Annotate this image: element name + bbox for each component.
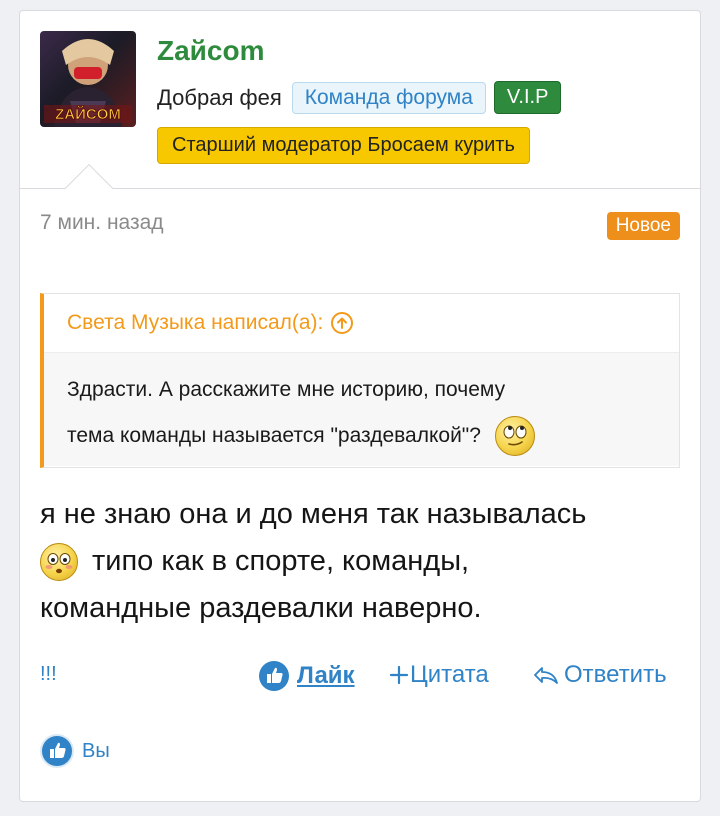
header-divider [20,188,700,189]
quote-text-line-2-wrap: тема команды называется "раздевалкой"? [67,413,655,459]
reply-arrow-icon [534,667,558,684]
thumbs-up-icon [40,734,74,768]
post-message: я не знаю она и до меня так называлась т… [40,491,680,632]
new-status-badge: Новое [606,212,680,240]
reply-label: Ответить [564,661,667,688]
moderator-badge: Старший модератор Бросаем курить [157,127,530,164]
message-line-1: я не знаю она и до меня так называлась [40,498,587,530]
author-username[interactable]: Zайcom [157,35,264,67]
quote-text-line-2: тема команды называется "раздевалкой"? [67,424,481,447]
avatar-image: ZАЙCOM [44,39,132,127]
message-line-2-text: типо как в спорте, команды, [92,545,470,577]
quote-button[interactable]: Цитата [388,661,489,689]
quote-label: Цитата [410,661,489,688]
rolling-eyes-smiley-icon [494,416,535,457]
message-line-2: типо как в спорте, команды, [40,538,680,585]
blushing-smiley-icon [40,543,78,582]
post-author-header: ZАЙCOM Zайcom Добрая фея Команда форума … [20,11,700,189]
post-card: ZАЙCOM Zайcom Добрая фея Команда форума … [19,10,701,802]
post-timestamp[interactable]: 7 мин. назад [40,211,164,235]
quote-header: Света Музыка написал(а): [44,294,679,353]
like-button[interactable]: Лайк [259,661,355,691]
team-badge: Команда форума [291,81,486,114]
plus-icon [389,665,409,685]
go-to-quoted-post-icon[interactable] [331,312,354,334]
like-label: Лайк [297,662,355,689]
avatar-logo-text: ZАЙCOM [55,105,121,123]
reactions-users[interactable]: Вы [82,740,110,763]
post-actions-bar: !!! Лайк Цитата Ответить [40,661,680,695]
quote-text-line-1: Здрасти. А расскажите мне историю, почем… [67,378,506,401]
message-line-3: командные раздевалки наверно. [40,592,482,624]
quote-body: Здрасти. А расскажите мне историю, почем… [44,353,679,466]
quote-author[interactable]: Света Музыка написал(а): [67,311,323,335]
author-avatar[interactable]: ZАЙCOM [40,31,136,127]
author-user-title: Добрая фея [157,84,282,110]
thumbs-up-icon [259,661,289,691]
quote-block: Света Музыка написал(а): Здрасти. А расс… [40,293,680,468]
reactions-summary[interactable]: Вы [40,734,110,768]
report-link[interactable]: !!! [40,663,57,686]
author-info-row: Добрая фея Команда форума V.I.P [157,81,562,114]
reply-button[interactable]: Ответить [532,661,667,689]
vip-badge: V.I.P [493,81,562,114]
